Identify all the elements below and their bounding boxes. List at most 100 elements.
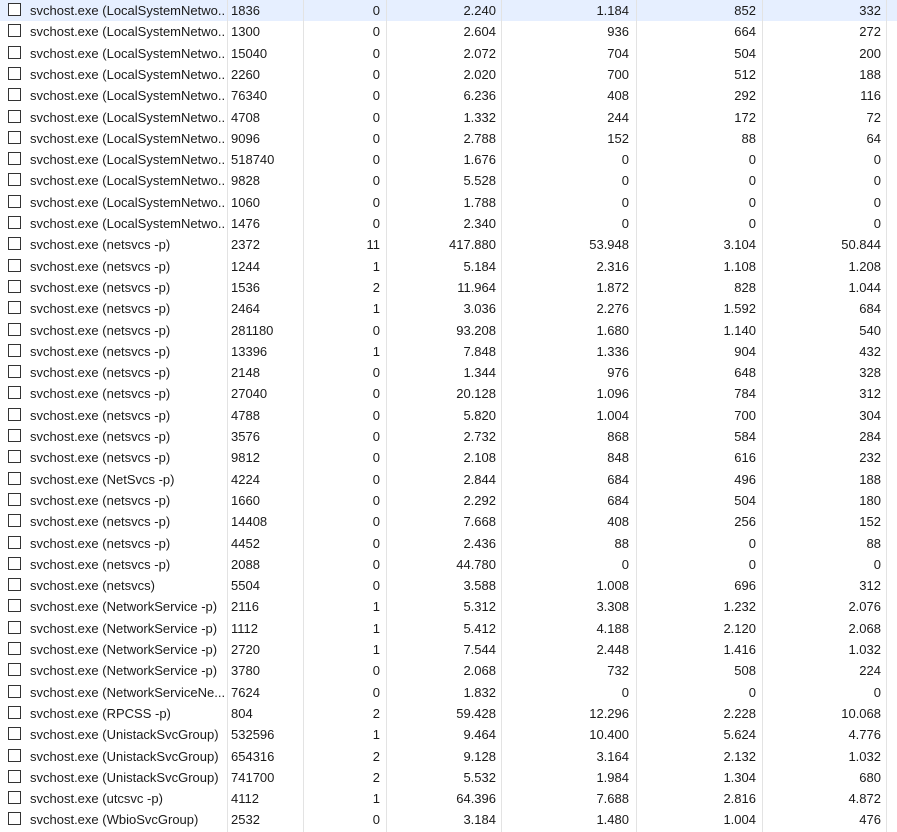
cell-value-3: 2.604	[463, 24, 496, 39]
row-checkbox[interactable]	[8, 429, 21, 442]
cell-value-5: 1.232	[723, 599, 756, 614]
cell-value-4: 1.004	[596, 408, 629, 423]
row-checkbox[interactable]	[8, 67, 21, 80]
cell-value-4: 2.276	[596, 301, 629, 316]
row-checkbox[interactable]	[8, 173, 21, 186]
process-id: 1112	[231, 621, 258, 636]
process-id: 1836	[231, 3, 260, 18]
cell-value-6: 116	[860, 88, 881, 103]
cell-threads: 0	[372, 450, 380, 465]
row-checkbox[interactable]	[8, 110, 21, 123]
cell-value-5: 616	[734, 450, 756, 465]
process-id: 1300	[231, 24, 260, 39]
cell-value-6: 284	[859, 429, 881, 444]
row-checkbox[interactable]	[8, 642, 21, 655]
column-divider	[501, 0, 502, 832]
row-checkbox[interactable]	[8, 727, 21, 740]
column-divider	[886, 0, 887, 832]
process-name: svchost.exe (netsvcs -p)	[30, 408, 171, 423]
row-checkbox[interactable]	[8, 46, 21, 59]
row-checkbox[interactable]	[8, 599, 21, 612]
row-checkbox[interactable]	[8, 706, 21, 719]
row-checkbox[interactable]	[8, 578, 21, 591]
process-id: 4708	[231, 110, 260, 125]
cell-value-4: 732	[607, 663, 629, 678]
row-checkbox[interactable]	[8, 216, 21, 229]
cell-value-4: 4.188	[596, 621, 629, 636]
row-checkbox[interactable]	[8, 323, 21, 336]
process-id: 4224	[231, 472, 260, 487]
row-checkbox[interactable]	[8, 812, 21, 825]
process-name: svchost.exe (NetSvcs -p)	[30, 472, 175, 487]
cell-value-6: 0	[873, 195, 881, 210]
row-checkbox[interactable]	[8, 237, 21, 250]
cell-threads: 0	[372, 173, 380, 188]
process-id: 13396	[231, 344, 268, 359]
cell-value-6: 432	[859, 344, 881, 359]
cell-value-3: 2.072	[463, 46, 496, 61]
row-checkbox[interactable]	[8, 365, 21, 378]
row-checkbox[interactable]	[8, 3, 21, 16]
row-checkbox[interactable]	[8, 450, 21, 463]
row-checkbox[interactable]	[8, 685, 21, 698]
cell-value-6: 200	[859, 46, 881, 61]
cell-value-3: 2.788	[463, 131, 496, 146]
cell-value-3: 7.544	[463, 642, 496, 657]
cell-value-5: 2.816	[723, 791, 756, 806]
cell-threads: 11	[366, 237, 381, 252]
process-id: 9096	[231, 131, 260, 146]
cell-threads: 0	[372, 557, 380, 572]
row-checkbox[interactable]	[8, 493, 21, 506]
row-checkbox[interactable]	[8, 88, 21, 101]
process-name: svchost.exe (LocalSystemNetwo...	[30, 88, 226, 103]
row-checkbox[interactable]	[8, 152, 21, 165]
cell-threads: 0	[372, 3, 380, 18]
row-checkbox[interactable]	[8, 195, 21, 208]
cell-value-5: 1.592	[723, 301, 756, 316]
cell-value-4: 0	[621, 173, 629, 188]
cell-value-3: 1.344	[463, 365, 496, 380]
process-name: svchost.exe (netsvcs -p)	[30, 280, 171, 295]
row-checkbox[interactable]	[8, 621, 21, 634]
row-checkbox[interactable]	[8, 24, 21, 37]
cell-value-5: 172	[734, 110, 756, 125]
cell-value-4: 868	[607, 429, 629, 444]
process-id: 804	[231, 706, 253, 721]
row-checkbox[interactable]	[8, 557, 21, 570]
cell-threads: 0	[372, 536, 380, 551]
cell-value-6: 0	[873, 685, 881, 700]
cell-threads: 0	[372, 514, 380, 529]
row-checkbox[interactable]	[8, 536, 21, 549]
row-checkbox[interactable]	[8, 408, 21, 421]
cell-value-5: 2.120	[723, 621, 756, 636]
row-checkbox[interactable]	[8, 514, 21, 527]
row-checkbox[interactable]	[8, 386, 21, 399]
row-checkbox[interactable]	[8, 749, 21, 762]
cell-value-6: 0	[873, 152, 881, 167]
row-checkbox[interactable]	[8, 131, 21, 144]
row-checkbox[interactable]	[8, 770, 21, 783]
row-checkbox[interactable]	[8, 663, 21, 676]
column-divider	[303, 0, 304, 832]
process-id: 3780	[231, 663, 260, 678]
row-checkbox[interactable]	[8, 259, 21, 272]
cell-threads: 0	[372, 365, 380, 380]
row-checkbox[interactable]	[8, 472, 21, 485]
cell-value-5: 1.416	[723, 642, 756, 657]
cell-value-5: 0	[748, 536, 756, 551]
row-checkbox[interactable]	[8, 280, 21, 293]
cell-value-6: 0	[873, 173, 881, 188]
cell-value-6: 50.844	[841, 237, 881, 252]
cell-value-4: 0	[621, 195, 629, 210]
cell-threads: 0	[372, 472, 380, 487]
cell-value-4: 936	[607, 24, 629, 39]
row-checkbox[interactable]	[8, 344, 21, 357]
cell-value-3: 5.412	[463, 621, 496, 636]
cell-value-4: 7.688	[596, 791, 629, 806]
cell-threads: 0	[372, 578, 380, 593]
cell-value-5: 88	[741, 131, 756, 146]
process-id: 4112	[231, 791, 259, 806]
cell-value-3: 3.036	[463, 301, 496, 316]
row-checkbox[interactable]	[8, 791, 21, 804]
row-checkbox[interactable]	[8, 301, 21, 314]
